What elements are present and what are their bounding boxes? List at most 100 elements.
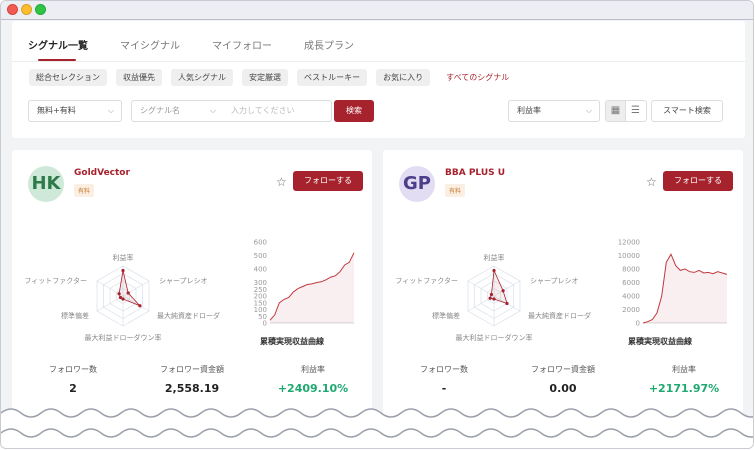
category-chips: 総合セレクション 収益優先 人気シグナル 安定厳選 ベストルーキー お気に入り … bbox=[29, 69, 525, 86]
followers-label: フォロワー数 bbox=[49, 365, 97, 374]
chip-overall-selection[interactable]: 総合セレクション bbox=[29, 69, 107, 86]
curve-area bbox=[270, 252, 354, 323]
radar-point bbox=[117, 292, 121, 296]
tab-my-follows[interactable]: マイフォロー bbox=[212, 37, 272, 52]
followers-label: フォロワー数 bbox=[420, 365, 468, 374]
type-select[interactable]: 無料+有料 ⌵ bbox=[28, 100, 122, 122]
radar-label: シャープレシオ bbox=[530, 277, 579, 285]
list-view-icon[interactable]: ☰ bbox=[626, 101, 645, 121]
radar-label: 標準偏差 bbox=[432, 311, 460, 320]
favorite-star-icon[interactable]: ☆ bbox=[276, 175, 287, 189]
radar-point bbox=[489, 292, 494, 297]
radar-point bbox=[505, 301, 509, 306]
torn-edge bbox=[1, 408, 753, 448]
radar-label: 最大純資産ドローダ bbox=[157, 311, 220, 320]
y-tick-label: 6000 bbox=[622, 279, 640, 287]
tab-growth-plan[interactable]: 成長プラン bbox=[304, 37, 354, 52]
y-tick-label: 300 bbox=[254, 279, 267, 287]
radar-point bbox=[488, 296, 492, 300]
sort-select-value: 利益率 bbox=[517, 106, 541, 115]
follow-button[interactable]: フォローする bbox=[293, 171, 363, 191]
radar-label: 利益率 bbox=[484, 253, 505, 262]
radar-chart: 利益率シャープレシオ最大純資産ドローダ最大利益ドローダウン率 標準偏差 フィットファ… bbox=[395, 253, 591, 342]
radar-label: フィットファクター bbox=[24, 276, 87, 285]
chip-all-signals[interactable]: すべてのシグナル bbox=[439, 69, 516, 86]
search-button[interactable]: 検索 bbox=[334, 100, 374, 122]
profit-stat: 利益率 +2171.97% bbox=[629, 364, 739, 395]
profit-label: 利益率 bbox=[301, 365, 325, 374]
y-tick-label: 10000 bbox=[618, 252, 640, 260]
maximize-window-button[interactable] bbox=[35, 4, 46, 15]
search-input-placeholder: 入力してください bbox=[231, 106, 295, 115]
chip-best-rookie[interactable]: ベストルーキー bbox=[297, 69, 368, 86]
tab-signal-list[interactable]: シグナル一覧 bbox=[28, 37, 88, 61]
equity-curve-chart: 050100150200250300400500600 bbox=[254, 239, 355, 328]
fund-label: フォロワー資金額 bbox=[531, 365, 595, 374]
type-select-value: 無料+有料 bbox=[37, 106, 76, 115]
curve-title: 累積実現収益曲線 bbox=[260, 337, 324, 346]
grid-view-icon[interactable]: ▦ bbox=[606, 101, 626, 121]
followers-value: 2 bbox=[69, 382, 77, 395]
fund-label: フォロワー資金額 bbox=[160, 365, 224, 374]
browser-window: シグナル一覧 マイシグナル マイフォロー 成長プラン 総合セレクション 収益優先… bbox=[0, 0, 754, 449]
curve-area bbox=[643, 254, 727, 323]
y-tick-label: 600 bbox=[254, 239, 267, 247]
close-window-button[interactable] bbox=[7, 4, 18, 15]
name-select[interactable]: シグナル名 ⌵ bbox=[131, 100, 224, 122]
avatar: HK bbox=[28, 166, 64, 202]
view-toggle: ▦ ☰ bbox=[605, 100, 647, 122]
radar-label: 最大純資産ドローダ bbox=[528, 311, 591, 320]
radar-point bbox=[121, 268, 125, 273]
signal-name[interactable]: GoldVector bbox=[74, 168, 130, 178]
followers-stat: フォロワー数 - bbox=[389, 364, 499, 395]
fund-value: 0.00 bbox=[549, 382, 577, 395]
fund-stat: フォロワー資金額 2,558.19 bbox=[137, 364, 247, 395]
profit-value: +2171.97% bbox=[648, 382, 720, 395]
signal-name[interactable]: BBA PLUS U bbox=[445, 168, 505, 178]
chip-popular[interactable]: 人気シグナル bbox=[171, 69, 233, 86]
equity-curve-chart: 0 2000 4000 6000 8000 10000 12000 bbox=[618, 239, 728, 328]
avatar: GP bbox=[399, 166, 435, 202]
search-input[interactable]: 入力してください bbox=[223, 100, 332, 122]
tab-my-signals[interactable]: マイシグナル bbox=[120, 37, 180, 52]
main-tabs: シグナル一覧 マイシグナル マイフォロー 成長プラン bbox=[28, 37, 386, 61]
radar-label: フィットファクター bbox=[395, 276, 458, 285]
radar-point bbox=[501, 289, 505, 293]
chip-favorites[interactable]: お気に入り bbox=[376, 69, 431, 86]
profit-stat: 利益率 +2409.10% bbox=[258, 364, 368, 395]
chip-profit-first[interactable]: 収益優先 bbox=[116, 69, 162, 86]
y-tick-label: 400 bbox=[254, 266, 267, 274]
y-tick-label: 500 bbox=[254, 252, 267, 260]
chevron-down-icon: ⌵ bbox=[209, 106, 216, 115]
name-select-value: シグナル名 bbox=[140, 106, 180, 115]
paid-badge: 有料 bbox=[445, 184, 466, 197]
radar-point bbox=[492, 268, 496, 273]
fund-stat: フォロワー資金額 0.00 bbox=[508, 364, 618, 395]
y-tick-label: 4000 bbox=[622, 293, 640, 301]
chip-stable[interactable]: 安定厳選 bbox=[242, 69, 288, 86]
radar-chart: 利益率シャープレシオ最大純資産ドローダ最大利益ドローダウン率 標準偏差 フィットファ… bbox=[24, 253, 220, 342]
title-bar bbox=[1, 1, 753, 20]
followers-stat: フォロワー数 2 bbox=[18, 364, 128, 395]
follow-button[interactable]: フォローする bbox=[663, 171, 733, 191]
sort-select[interactable]: 利益率 ⌵ bbox=[508, 100, 600, 122]
y-tick-label: 12000 bbox=[618, 239, 640, 247]
favorite-star-icon[interactable]: ☆ bbox=[646, 175, 657, 189]
radar-label: 最大利益ドローダウン率 bbox=[456, 333, 533, 342]
y-tick-label: 0 bbox=[636, 320, 640, 328]
radar-point bbox=[118, 295, 123, 300]
radar-point bbox=[126, 291, 130, 295]
fund-value: 2,558.19 bbox=[164, 382, 220, 395]
radar-point bbox=[492, 297, 496, 301]
chevron-down-icon: ⌵ bbox=[585, 106, 592, 115]
radar-label: 標準偏差 bbox=[61, 311, 89, 320]
curve-title: 累積実現収益曲線 bbox=[628, 337, 692, 346]
radar-point bbox=[138, 304, 142, 308]
filter-panel: シグナル一覧 マイシグナル マイフォロー 成長プラン 総合セレクション 収益優先… bbox=[12, 21, 745, 138]
y-tick-label: 2000 bbox=[622, 306, 640, 314]
tabs-divider bbox=[12, 61, 745, 62]
minimize-window-button[interactable] bbox=[21, 4, 32, 15]
profit-value: +2409.10% bbox=[277, 382, 349, 395]
chevron-down-icon: ⌵ bbox=[107, 106, 114, 115]
smart-search-button[interactable]: スマート検索 bbox=[651, 100, 723, 122]
